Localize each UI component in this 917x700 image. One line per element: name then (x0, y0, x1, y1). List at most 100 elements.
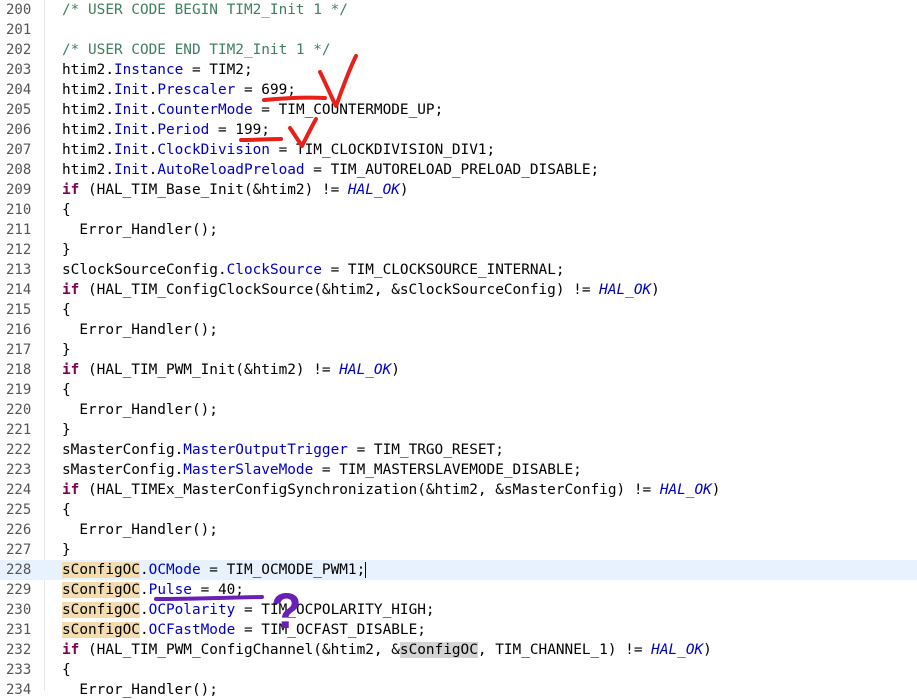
code-line[interactable]: 230 sConfigOC.OCPolarity = TIM_OCPOLARITY… (0, 600, 917, 620)
code-token: = TIM_OCMODE_PWM1; (200, 562, 366, 578)
code-token: = TIM_TRGO_RESET; (347, 442, 504, 458)
code-line[interactable]: 208 htim2.Init.AutoReloadPreload = TIM_AU… (0, 160, 917, 180)
code-token: AutoReloadPreload (157, 162, 305, 178)
code-text: sClockSourceConfig.ClockSource = TIM_CLO… (62, 260, 565, 280)
code-token: sMasterConfig. (62, 442, 184, 458)
line-number: 218 (6, 362, 32, 378)
line-number: 213 (6, 262, 32, 278)
code-token: htim2. (62, 82, 114, 98)
code-text: } (62, 340, 71, 360)
code-line[interactable]: 209 if (HAL_TIM_Base_Init(&htim2) != HAL_… (0, 180, 917, 200)
code-token: OCFastMode (148, 622, 236, 638)
line-number: 209 (6, 182, 32, 198)
code-text: { (62, 200, 71, 220)
line-number: 234 (6, 682, 32, 698)
code-line[interactable]: 221} (0, 420, 917, 440)
code-token: Init (113, 162, 149, 178)
code-token: } (62, 342, 71, 358)
code-line[interactable]: 226 Error_Handler(); (0, 520, 917, 540)
code-text: if (HAL_TIM_ConfigClockSource(&htim2, &s… (62, 280, 660, 300)
line-number: 231 (6, 622, 32, 638)
code-token: = 699; (235, 82, 296, 98)
code-line[interactable]: 228 sConfigOC.OCMode = TIM_OCMODE_PWM1; (0, 560, 917, 580)
code-editor[interactable]: 200 /* USER CODE BEGIN TIM2_Init 1 */ 201 2… (0, 0, 917, 698)
code-token: CounterMode (157, 102, 253, 118)
code-token: = 199; (209, 122, 270, 138)
line-number: 211 (6, 222, 32, 238)
code-token: } (62, 242, 71, 258)
line-number: 220 (6, 402, 32, 418)
code-line[interactable]: 204 htim2.Init.Prescaler = 699; (0, 80, 917, 100)
line-number: 222 (6, 442, 32, 458)
code-line[interactable]: 206 htim2.Init.Period = 199; (0, 120, 917, 140)
code-text: if (HAL_TIM_Base_Init(&htim2) != HAL_OK) (62, 180, 409, 200)
line-number: 207 (6, 142, 32, 158)
code-line[interactable]: 210 { (0, 200, 917, 220)
code-token: sConfigOC (62, 562, 140, 578)
line-number: 201 (6, 22, 32, 38)
code-text: Error_Handler(); (62, 400, 218, 420)
code-token: } (62, 422, 71, 438)
code-line[interactable]: 207 htim2.Init.ClockDivision = TIM_CLOCKD… (0, 140, 917, 160)
code-line[interactable]: 211 Error_Handler(); (0, 220, 917, 240)
code-text: sConfigOC.OCPolarity = TIM_OCPOLARITY_HI… (62, 600, 435, 620)
code-line[interactable]: 218 if (HAL_TIM_PWM_Init(&htim2) != HAL_O… (0, 360, 917, 380)
line-number: 230 (6, 602, 32, 618)
code-token: . (148, 102, 158, 118)
code-line[interactable]: 215 { (0, 300, 917, 320)
code-token: sClockSourceConfig. (62, 262, 227, 278)
code-line[interactable]: 227} (0, 540, 917, 560)
code-line[interactable]: 224 if (HAL_TIMEx_MasterConfigSynchroniza… (0, 480, 917, 500)
code-token: . (139, 622, 149, 638)
code-line[interactable]: 225 { (0, 500, 917, 520)
code-line[interactable]: 203 htim2.Instance = TIM2; (0, 60, 917, 80)
code-line[interactable]: 229 sConfigOC.Pulse = 40; (0, 580, 917, 600)
code-token: if (62, 282, 80, 298)
code-line[interactable]: 223 sMasterConfig.MasterSlaveMode = TIM_M… (0, 460, 917, 480)
code-line[interactable]: 214 if (HAL_TIM_ConfigClockSource(&htim2,… (0, 280, 917, 300)
code-token: sMasterConfig. (62, 462, 184, 478)
code-token: = 40; (191, 582, 244, 598)
code-line[interactable]: 205 htim2.Init.CounterMode = TIM_COUNTERM… (0, 100, 917, 120)
code-token: = TIM_COUNTERMODE_UP; (252, 102, 444, 118)
code-line[interactable]: 217} (0, 340, 917, 360)
line-number: 200 (6, 2, 32, 18)
code-text: if (HAL_TIM_PWM_Init(&htim2) != HAL_OK) (62, 360, 400, 380)
code-line[interactable]: 200 /* USER CODE BEGIN TIM2_Init 1 */ (0, 0, 917, 20)
line-number: 224 (6, 482, 32, 498)
code-token: (HAL_TIM_PWM_Init(&htim2) != (79, 362, 340, 378)
code-line[interactable]: 233 { (0, 660, 917, 680)
code-token: htim2. (62, 102, 114, 118)
code-line[interactable]: 201 (0, 20, 917, 40)
code-text: htim2.Instance = TIM2; (62, 60, 253, 80)
code-line[interactable]: 231 sConfigOC.OCFastMode = TIM_OCFAST_DIS… (0, 620, 917, 640)
code-text: Error_Handler(); (62, 220, 218, 240)
code-line[interactable]: 212} (0, 240, 917, 260)
line-number: 204 (6, 82, 32, 98)
code-line[interactable]: 220 Error_Handler(); (0, 400, 917, 420)
code-line[interactable]: 232 if (HAL_TIM_PWM_ConfigChannel(&htim2,… (0, 640, 917, 660)
code-token: htim2. (62, 62, 114, 78)
code-token: Init (113, 142, 149, 158)
line-number: 202 (6, 42, 32, 58)
code-line[interactable]: 213 sClockSourceConfig.ClockSource = TIM_… (0, 260, 917, 280)
code-token: = TIM_CLOCKSOURCE_INTERNAL; (321, 262, 565, 278)
code-token: { (62, 662, 71, 678)
code-token: Pulse (148, 582, 192, 598)
line-number: 229 (6, 582, 32, 598)
code-line[interactable]: 216 Error_Handler(); (0, 320, 917, 340)
code-token: ) (651, 282, 660, 298)
code-text: htim2.Init.ClockDivision = TIM_CLOCKDIVI… (62, 140, 495, 160)
line-number: 223 (6, 462, 32, 478)
code-token: { (62, 202, 71, 218)
code-token: = TIM_OCPOLARITY_HIGH; (235, 602, 435, 618)
code-line[interactable]: 222 sMasterConfig.MasterOutputTrigger = T… (0, 440, 917, 460)
code-token: ) (391, 362, 400, 378)
code-text: } (62, 240, 71, 260)
code-line[interactable]: 202 /* USER CODE END TIM2_Init 1 */ (0, 40, 917, 60)
code-text: htim2.Init.Period = 199; (62, 120, 270, 140)
line-number: 212 (6, 242, 32, 258)
code-line[interactable]: 219 { (0, 380, 917, 400)
code-line[interactable]: 234 Error_Handler(); (0, 680, 917, 700)
code-text: } (62, 540, 71, 560)
